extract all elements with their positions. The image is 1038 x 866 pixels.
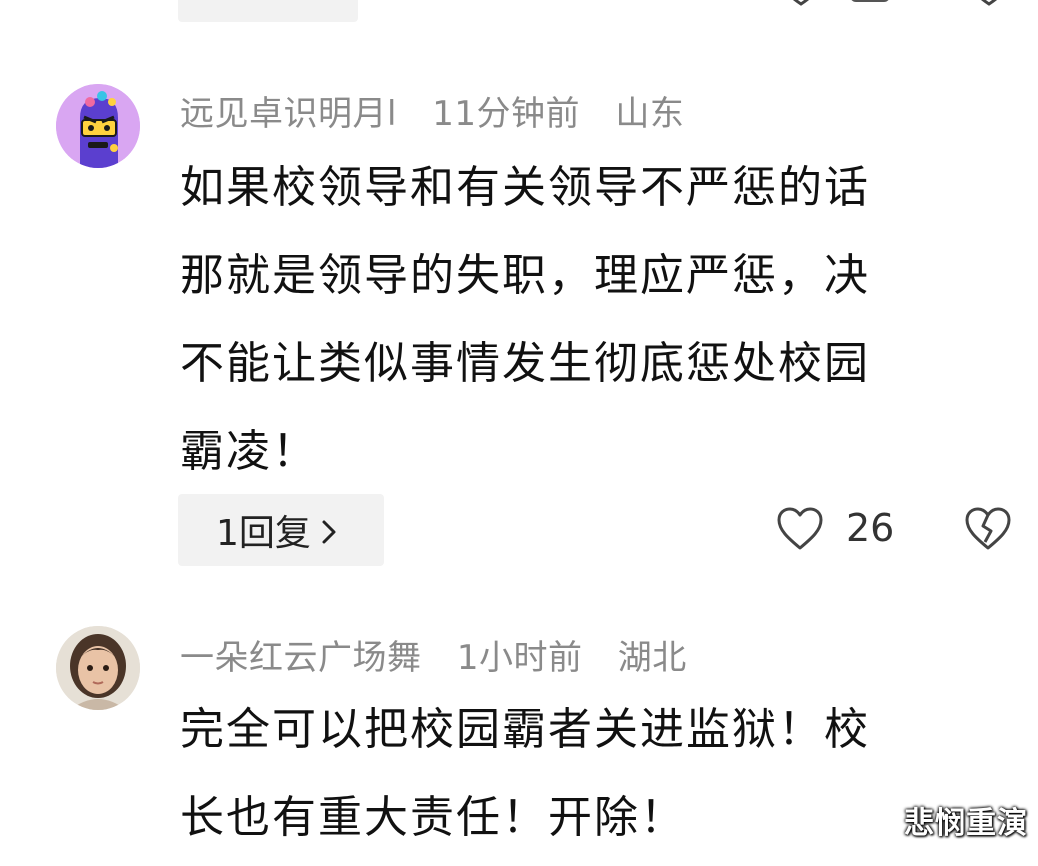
watermark: 悲悯重演 — [904, 806, 1028, 841]
comment-meta: 一朵红云广场舞 1小时前 湖北 — [180, 630, 711, 679]
broken-heart-icon[interactable] — [964, 506, 1012, 552]
avatar[interactable] — [56, 626, 140, 710]
comment-text: 完全可以把校园霸者关进监狱！校 长也有重大责任！开除！ — [180, 686, 1000, 862]
avatar[interactable] — [56, 84, 140, 168]
comment-text-line: 霸凌！ — [180, 426, 318, 477]
broken-heart-icon-partial[interactable] — [966, 0, 1012, 10]
comment-meta: 远见卓识明月l 11分钟前 山东 — [180, 86, 708, 135]
reply-button[interactable]: 1回复 — [178, 494, 384, 566]
username[interactable]: 远见卓识明月l — [180, 94, 397, 134]
username[interactable]: 一朵红云广场舞 — [180, 638, 422, 678]
like-count: 26 — [846, 506, 895, 550]
reply-button-label: 1回复 — [216, 504, 337, 556]
comment-text-line: 完全可以把校园霸者关进监狱！校 — [180, 704, 870, 755]
timestamp: 1小时前 — [456, 638, 583, 678]
comment-text: 如果校领导和有关领导不严惩的话 那就是领导的失职，理应严惩，决 不能让类似事情发… — [180, 144, 1000, 496]
heart-outline-icon[interactable] — [776, 506, 824, 552]
like-icon-partial[interactable] — [778, 0, 824, 10]
child-photo-avatar-icon — [56, 626, 140, 710]
cartoon-avatar-icon — [56, 84, 140, 168]
comment-text-line: 那就是领导的失职，理应严惩，决 — [180, 250, 870, 301]
comment-text-line: 长也有重大责任！开除！ — [180, 792, 686, 843]
location: 湖北 — [617, 638, 687, 678]
chevron-right-icon — [322, 520, 336, 544]
like-count-partial — [850, 0, 890, 2]
timestamp: 11分钟前 — [432, 94, 581, 134]
comment-text-line: 如果校领导和有关领导不严惩的话 — [180, 162, 870, 213]
location: 山东 — [615, 94, 685, 134]
comment-text-line: 不能让类似事情发生彻底惩处校园 — [180, 338, 870, 389]
reply-button-partial[interactable] — [178, 0, 358, 22]
